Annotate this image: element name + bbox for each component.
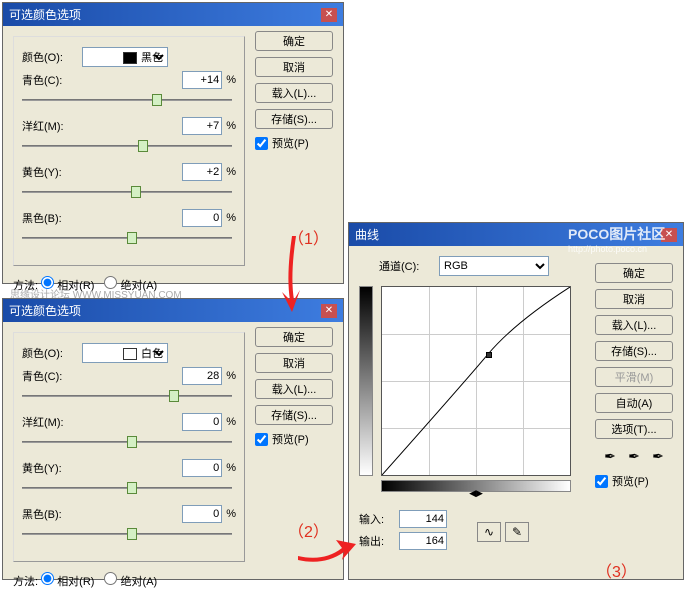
- yellow-slider[interactable]: [22, 185, 232, 199]
- slider-yellow: 黄色(Y):%: [22, 163, 236, 199]
- preview-checkbox[interactable]: 预览(P): [595, 473, 673, 489]
- slider-black: 黑色(B):%: [22, 209, 236, 245]
- auto-button[interactable]: 自动(A): [595, 393, 673, 413]
- save-button[interactable]: 存储(S)...: [595, 341, 673, 361]
- channel-select[interactable]: RGB: [439, 256, 549, 276]
- magenta-slider[interactable]: [22, 435, 232, 449]
- button-column: 确定 取消 载入(L)... 存储(S)... 平滑(M) 自动(A) 选项(T…: [595, 263, 673, 489]
- titlebar: 可选颜色选项 ✕: [3, 3, 343, 26]
- ok-button[interactable]: 确定: [595, 263, 673, 283]
- magenta-input[interactable]: [182, 117, 222, 135]
- color-value: 白色: [141, 348, 163, 360]
- button-column: 确定 取消 载入(L)... 存储(S)... 预览(P): [255, 327, 333, 447]
- color-label: 颜色(O):: [22, 49, 82, 65]
- save-button[interactable]: 存储(S)...: [255, 405, 333, 425]
- load-button[interactable]: 载入(L)...: [255, 83, 333, 103]
- gray-point-dropper-icon[interactable]: ✒: [625, 447, 643, 465]
- save-button[interactable]: 存储(S)...: [255, 109, 333, 129]
- load-button[interactable]: 载入(L)...: [595, 315, 673, 335]
- slider-magenta: 洋红(M):%: [22, 117, 236, 153]
- cyan-slider[interactable]: [22, 93, 232, 107]
- preview-checkbox[interactable]: 预览(P): [255, 135, 333, 151]
- dialog-title: 可选颜色选项: [9, 302, 81, 319]
- annotation-3: （3）: [596, 558, 637, 582]
- magenta-slider[interactable]: [22, 139, 232, 153]
- curves-dialog: 曲线 ✕ 通道(C): RGB: [348, 222, 684, 580]
- preview-checkbox[interactable]: 预览(P): [255, 431, 333, 447]
- button-column: 确定 取消 载入(L)... 存储(S)... 预览(P): [255, 31, 333, 151]
- yellow-slider[interactable]: [22, 481, 232, 495]
- white-point-dropper-icon[interactable]: ✒: [649, 447, 667, 465]
- cyan-slider[interactable]: [22, 389, 232, 403]
- channel-label: 通道(C):: [379, 258, 439, 274]
- curve-point[interactable]: [486, 352, 492, 358]
- content-box: 颜色(O): 黑色 青色(C):% 洋红(M):% 黄色(Y):% 黑色(B):…: [13, 36, 245, 266]
- pencil-tool-icon[interactable]: ✎: [505, 522, 529, 542]
- arrow-down-icon: [272, 236, 312, 316]
- gradient-handle-icon[interactable]: ◀▶: [469, 488, 483, 499]
- ok-button[interactable]: 确定: [255, 327, 333, 347]
- method-absolute[interactable]: 绝对(A): [104, 572, 157, 589]
- magenta-input[interactable]: [182, 413, 222, 431]
- cancel-button[interactable]: 取消: [255, 353, 333, 373]
- black-input[interactable]: [182, 209, 222, 227]
- cancel-button[interactable]: 取消: [595, 289, 673, 309]
- output-label: 输出:: [359, 533, 399, 549]
- cyan-input[interactable]: [182, 71, 222, 89]
- slider-yellow: 黄色(Y):%: [22, 459, 236, 495]
- cyan-input[interactable]: [182, 367, 222, 385]
- method-relative[interactable]: 相对(R): [41, 572, 94, 589]
- yellow-input[interactable]: [182, 459, 222, 477]
- input-label: 输入:: [359, 511, 399, 527]
- arrow-right-icon: [298, 528, 358, 568]
- color-label: 颜色(O):: [22, 345, 82, 361]
- close-icon[interactable]: ✕: [321, 304, 337, 318]
- color-value: 黑色: [141, 52, 163, 64]
- curve-line: [382, 287, 570, 475]
- method-row: 方法: 相对(R) 绝对(A): [13, 572, 333, 589]
- eyedroppers: ✒ ✒ ✒: [595, 447, 673, 465]
- curve-input-value[interactable]: [399, 510, 447, 528]
- black-slider[interactable]: [22, 231, 232, 245]
- options-button[interactable]: 选项(T)...: [595, 419, 673, 439]
- curve-graph[interactable]: [381, 286, 571, 476]
- dialog-title: 可选颜色选项: [9, 6, 81, 23]
- slider-cyan: 青色(C):%: [22, 367, 236, 403]
- cancel-button[interactable]: 取消: [255, 57, 333, 77]
- content-box: 颜色(O): 白色 青色(C):% 洋红(M):% 黄色(Y):% 黑色(B):…: [13, 332, 245, 562]
- load-button[interactable]: 载入(L)...: [255, 379, 333, 399]
- smooth-button: 平滑(M): [595, 367, 673, 387]
- black-input[interactable]: [182, 505, 222, 523]
- vertical-gradient: [359, 286, 373, 476]
- close-icon[interactable]: ✕: [321, 8, 337, 22]
- slider-black: 黑色(B):%: [22, 505, 236, 541]
- black-slider[interactable]: [22, 527, 232, 541]
- ok-button[interactable]: 确定: [255, 31, 333, 51]
- yellow-input[interactable]: [182, 163, 222, 181]
- curve-output-value[interactable]: [399, 532, 447, 550]
- dialog-title: 曲线: [355, 226, 379, 243]
- horizontal-gradient: ◀▶: [381, 480, 571, 492]
- black-point-dropper-icon[interactable]: ✒: [601, 447, 619, 465]
- slider-magenta: 洋红(M):%: [22, 413, 236, 449]
- curve-tool-icon[interactable]: ∿: [477, 522, 501, 542]
- slider-cyan: 青色(C):%: [22, 71, 236, 107]
- poco-watermark: POCO图片社区 http://photo.poco.cn: [568, 224, 665, 254]
